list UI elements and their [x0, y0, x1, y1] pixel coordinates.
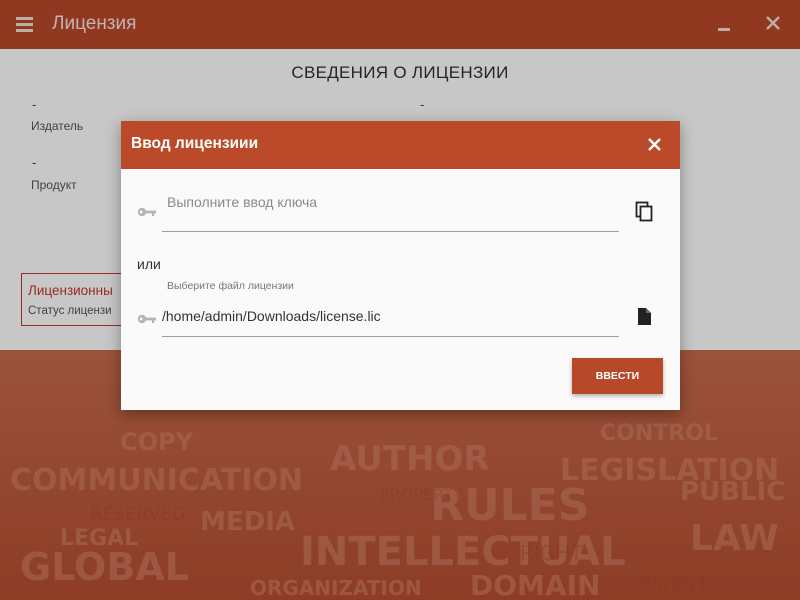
submit-button[interactable]: ВВЕСТИ [572, 358, 663, 394]
key-icon [137, 205, 157, 217]
dialog-close-icon[interactable] [646, 136, 664, 154]
or-label: или [137, 256, 161, 272]
key-input[interactable]: Выполните ввод ключа [167, 194, 317, 210]
dialog-title: Ввод лицензиии [131, 135, 259, 152]
file-path-input[interactable]: /home/admin/Downloads/license.lic [162, 308, 381, 324]
file-field-label: Выберите файл лицензии [167, 280, 294, 292]
key-input-underline [162, 231, 619, 232]
file-key-icon [137, 312, 157, 324]
dialog-header: Ввод лицензиии [121, 121, 680, 169]
file-icon[interactable] [636, 307, 656, 329]
paste-icon[interactable] [635, 201, 655, 223]
file-input-underline [162, 336, 619, 337]
license-input-dialog: Ввод лицензиии Выполните ввод ключа или … [121, 121, 680, 410]
